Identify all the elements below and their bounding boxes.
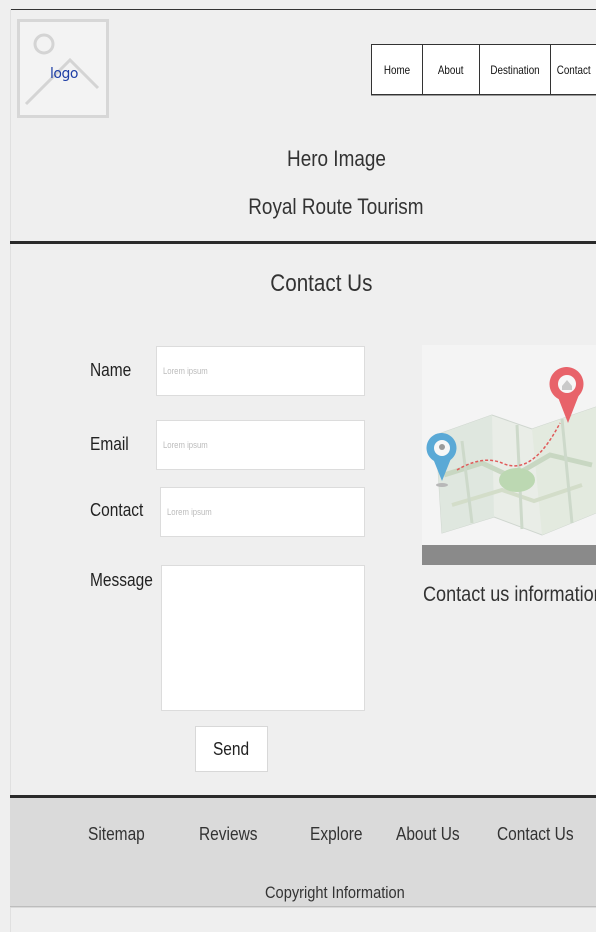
nav-home-label: Home xyxy=(383,62,411,77)
top-border xyxy=(10,9,596,10)
hero-title-line1: Hero Image xyxy=(286,146,386,171)
copyright-text: Copyright Information xyxy=(265,883,405,902)
map-illustration-icon xyxy=(426,367,596,536)
nav-destination[interactable]: Destination xyxy=(480,45,551,94)
map-image xyxy=(422,345,596,565)
send-button[interactable]: Send xyxy=(195,726,268,772)
nav-destination-label: Destination xyxy=(490,62,540,77)
footer-link-reviews[interactable]: Reviews xyxy=(199,824,267,845)
email-input[interactable]: Lorem ipsum xyxy=(156,420,365,470)
name-input[interactable]: Lorem ipsum xyxy=(156,346,365,396)
nav-home[interactable]: Home xyxy=(372,45,423,94)
footer-bottom-border xyxy=(10,906,596,907)
name-label: Name xyxy=(90,360,132,380)
contact-info-text: Contact us information xyxy=(423,583,596,606)
logo-text: logo xyxy=(50,66,78,82)
main-nav: Home About Destination Contact xyxy=(371,44,596,95)
nav-contact[interactable]: Contact xyxy=(551,45,596,94)
nav-about[interactable]: About xyxy=(423,45,480,94)
footer-link-explore[interactable]: Explore xyxy=(310,824,371,845)
footer-link-about-us[interactable]: About Us xyxy=(396,824,470,845)
hero-title-line2: Royal Route Tourism xyxy=(248,194,424,219)
message-textarea[interactable] xyxy=(161,565,365,711)
message-label: Message xyxy=(90,570,153,590)
footer-link-contact-us[interactable]: Contact Us xyxy=(497,824,586,845)
send-button-label: Send xyxy=(213,738,250,759)
footer-link-sitemap[interactable]: Sitemap xyxy=(88,824,154,845)
logo-placeholder[interactable]: logo xyxy=(17,19,109,118)
map-caption-bar xyxy=(422,545,596,565)
nav-about-label: About xyxy=(438,62,464,77)
contact-input[interactable]: Lorem ipsum xyxy=(160,487,365,537)
email-label: Email xyxy=(90,434,129,454)
nav-contact-label: Contact xyxy=(557,62,591,77)
contact-title: Contact Us xyxy=(269,270,373,297)
contact-label: Contact xyxy=(90,500,144,520)
hero-divider xyxy=(10,241,596,244)
